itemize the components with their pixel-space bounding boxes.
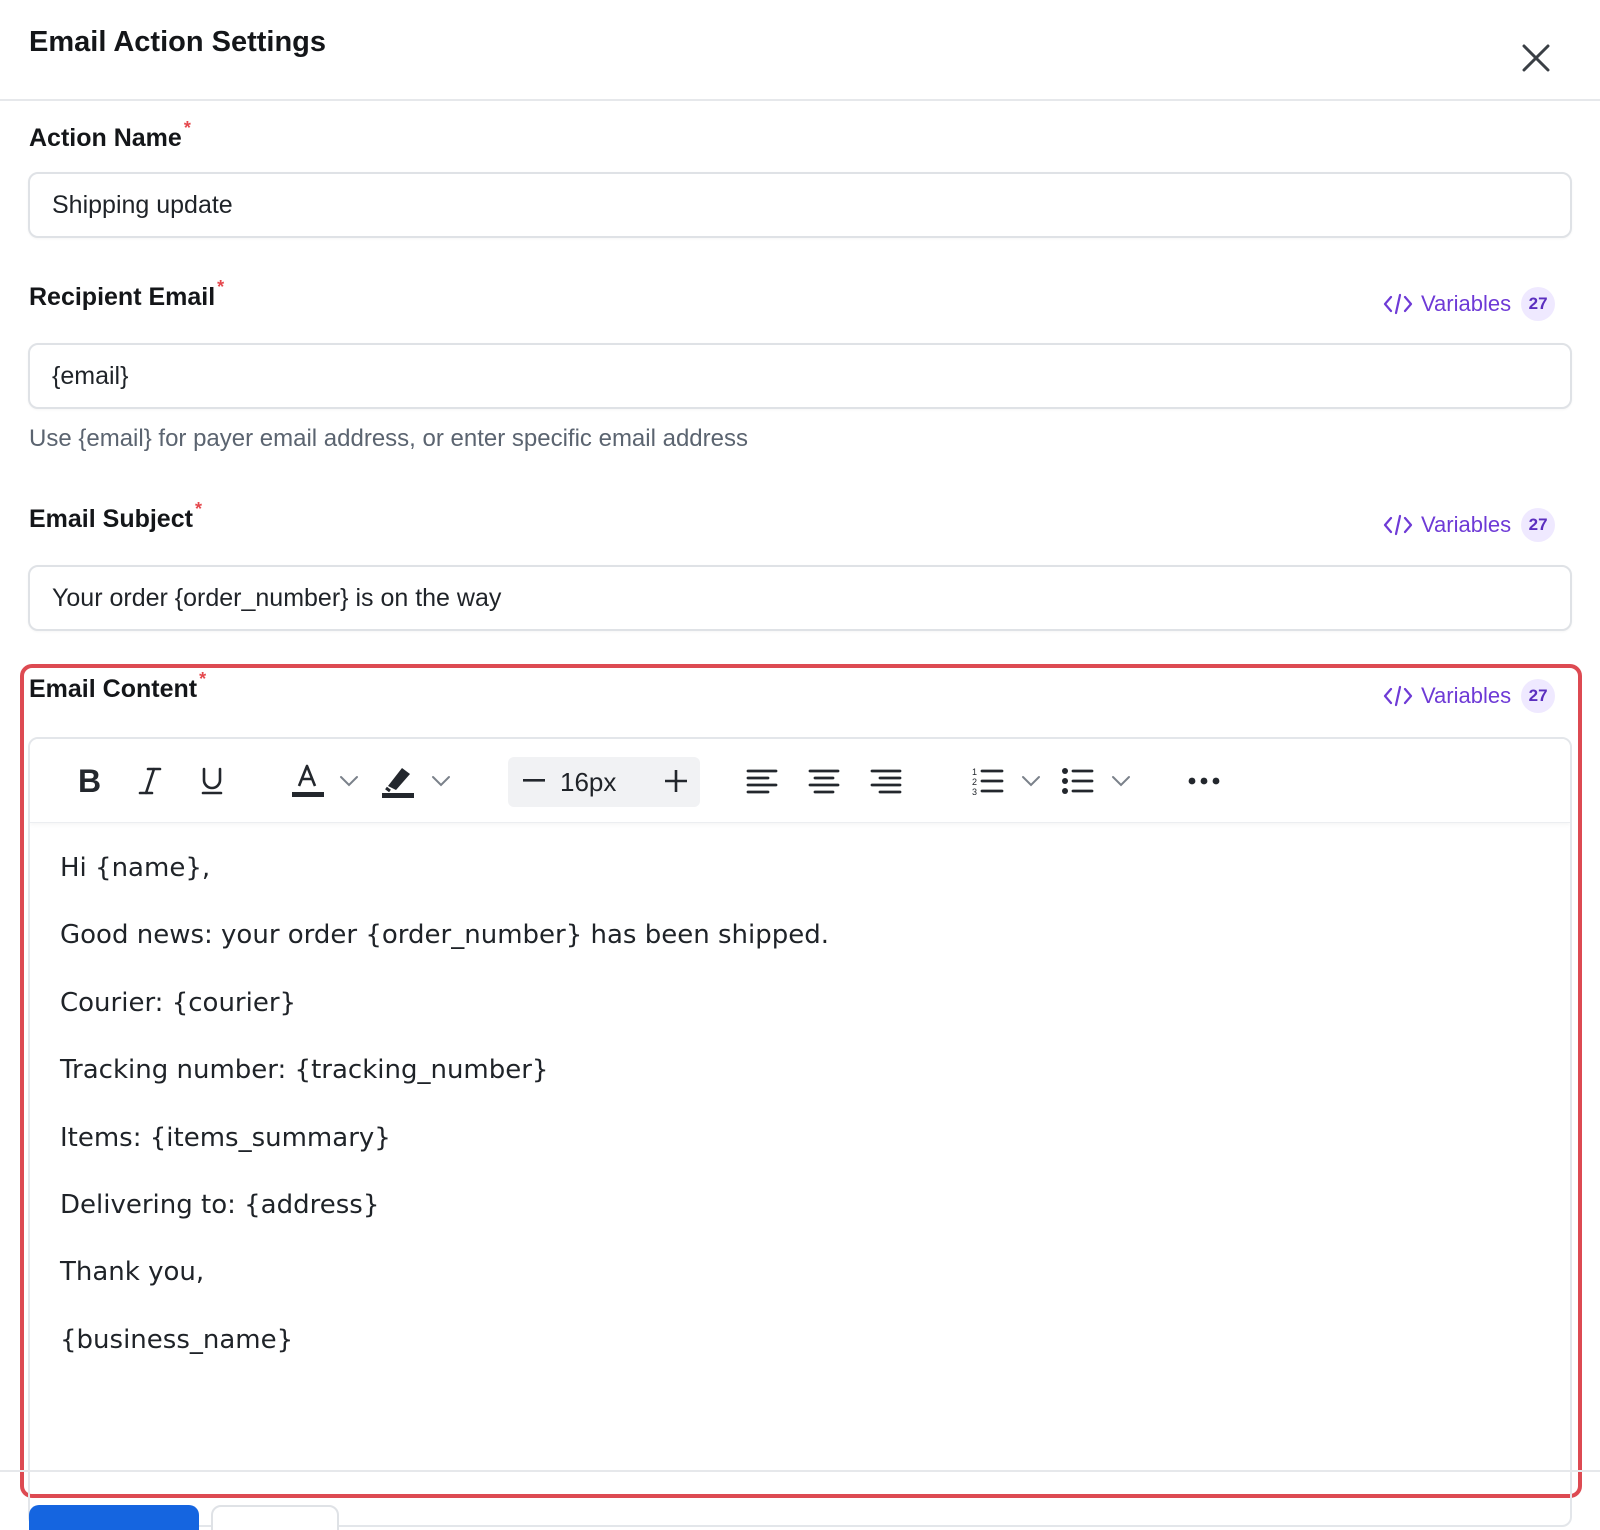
italic-icon[interactable]	[128, 759, 172, 803]
recipient-email-value: {email}	[52, 361, 129, 390]
numbered-list-icon[interactable]: 123	[968, 759, 1008, 803]
dialog-title: Email Action Settings	[29, 26, 327, 58]
text-color-icon[interactable]	[288, 759, 328, 803]
content-line: {business_name}	[60, 1325, 294, 1355]
close-icon[interactable]	[1516, 38, 1556, 78]
action-name-value: Shipping update	[52, 190, 233, 219]
text-color-dropdown-chevron-down-icon[interactable]	[334, 759, 364, 803]
content-line: Delivering to: {address}	[60, 1190, 380, 1220]
email-subject-label: Email Subject *	[29, 499, 202, 534]
editor-toolbar: B 16px 1 2 3	[30, 739, 1570, 823]
svg-text:1: 1	[972, 767, 977, 777]
variables-label: Variables	[1421, 291, 1512, 316]
recipient-email-input[interactable]: {email}	[28, 343, 1572, 409]
content-line: Items: {items_summary}	[60, 1123, 391, 1153]
bullet-list-icon[interactable]	[1058, 759, 1098, 803]
svg-text:2: 2	[972, 777, 977, 787]
svg-text:B: B	[78, 765, 101, 797]
bold-icon[interactable]: B	[66, 759, 110, 803]
dialog-header: Email Action Settings	[0, 0, 1600, 101]
variables-label: Variables	[1421, 512, 1512, 537]
numbered-list-dropdown-chevron-down-icon[interactable]	[1016, 759, 1046, 803]
variables-count-badge: 27	[1521, 287, 1556, 321]
rich-text-editor[interactable]: B 16px 1 2 3 Hi {name}, Good news: your …	[28, 737, 1572, 1527]
content-line: Tracking number: {tracking_number}	[60, 1055, 549, 1085]
increase-font-icon[interactable]	[654, 759, 698, 803]
recipient-email-label-text: Recipient Email	[29, 283, 216, 311]
bullet-list-dropdown-chevron-down-icon[interactable]	[1106, 759, 1136, 803]
font-size-value[interactable]: 16px	[560, 767, 616, 798]
email-content-label-text: Email Content	[29, 675, 198, 703]
content-line: Courier: {courier}	[60, 988, 297, 1018]
email-subject-value: Your order {order_number} is on the way	[52, 583, 502, 612]
code-icon	[1383, 514, 1413, 536]
required-mark: *	[183, 118, 191, 138]
content-line: Hi {name},	[60, 853, 211, 883]
action-name-label-text: Action Name	[29, 124, 182, 152]
email-subject-input[interactable]: Your order {order_number} is on the way	[28, 565, 1572, 631]
action-name-label: Action Name *	[29, 118, 191, 153]
content-line: Good news: your order {order_number} has…	[60, 920, 829, 950]
variables-label: Variables	[1421, 683, 1512, 708]
cancel-button[interactable]	[211, 1505, 339, 1530]
more-icon[interactable]	[1182, 759, 1226, 803]
required-mark: *	[217, 277, 225, 297]
align-center-icon[interactable]	[804, 759, 844, 803]
variables-count-badge: 27	[1521, 508, 1556, 542]
recipient-email-help: Use {email} for payer email address, or …	[29, 425, 748, 452]
action-name-input[interactable]: Shipping update	[28, 172, 1572, 238]
required-mark: *	[199, 669, 207, 689]
underline-icon[interactable]	[190, 759, 234, 803]
code-icon	[1383, 293, 1413, 315]
footer-divider	[0, 1470, 1600, 1472]
highlight-icon[interactable]	[378, 759, 418, 803]
align-left-icon[interactable]	[742, 759, 782, 803]
code-icon	[1383, 685, 1413, 707]
variables-button-subject[interactable]: Variables 27	[1383, 508, 1556, 542]
variables-count-badge: 27	[1521, 679, 1556, 713]
save-button[interactable]	[29, 1505, 199, 1530]
recipient-email-label: Recipient Email *	[29, 277, 224, 312]
align-right-icon[interactable]	[866, 759, 906, 803]
decrease-font-icon[interactable]	[512, 759, 556, 803]
variables-button-recipient[interactable]: Variables 27	[1383, 287, 1556, 321]
content-line: Thank you,	[60, 1257, 205, 1287]
required-mark: *	[194, 499, 202, 519]
variables-button-content[interactable]: Variables 27	[1383, 679, 1556, 713]
email-subject-label-text: Email Subject	[29, 505, 193, 533]
highlight-dropdown-chevron-down-icon[interactable]	[426, 759, 456, 803]
email-content-label: Email Content *	[29, 669, 206, 704]
svg-text:3: 3	[972, 787, 977, 796]
